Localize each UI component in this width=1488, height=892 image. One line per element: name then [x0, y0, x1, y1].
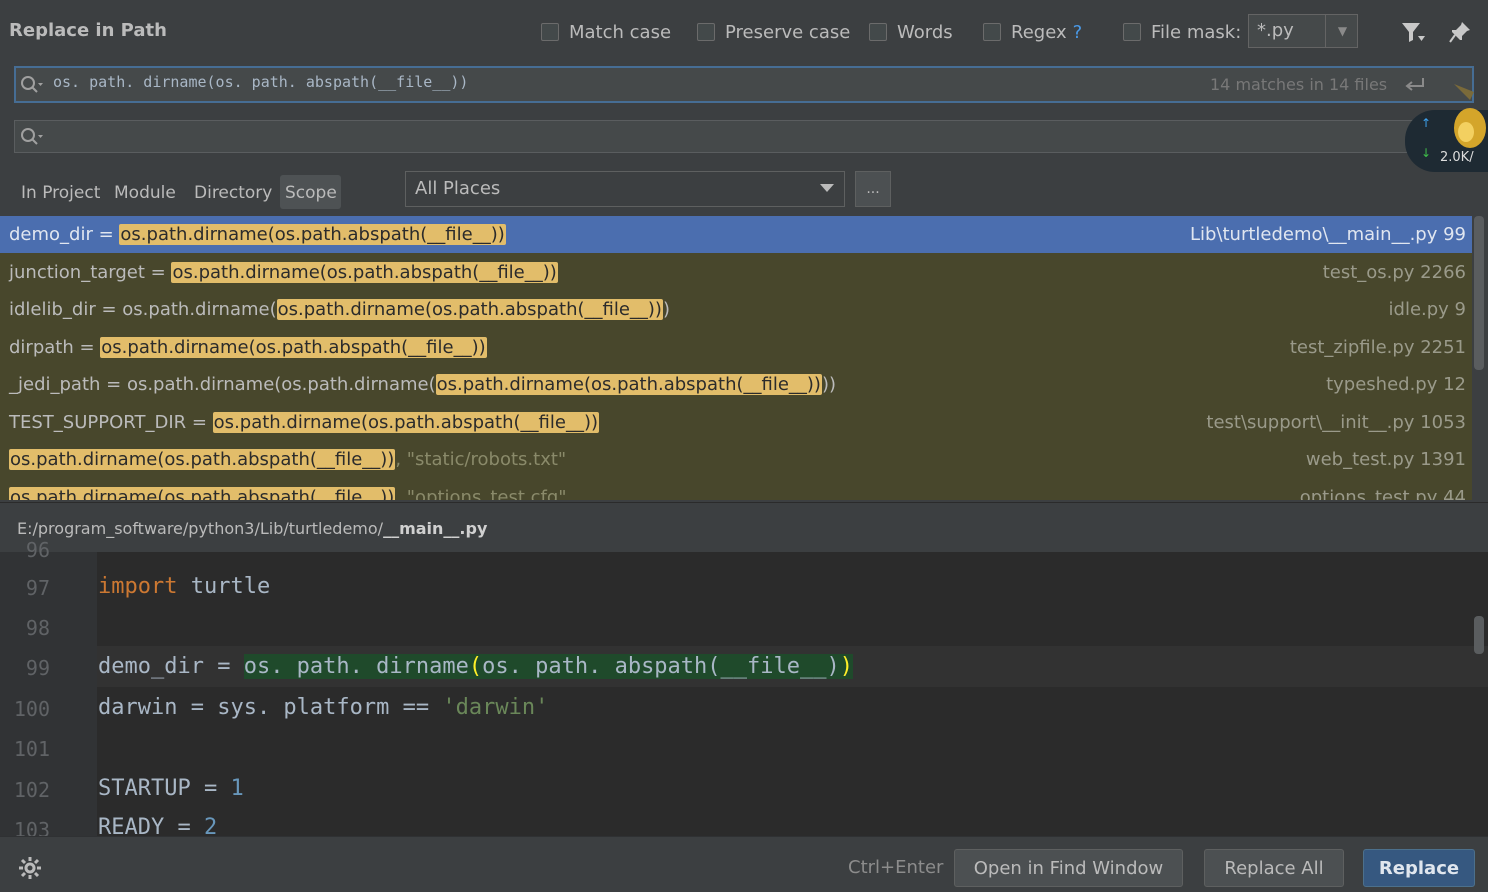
match-highlight: os.path.dirname(os.path.abspath(__file__… — [212, 411, 599, 433]
result-code: dirpath = os.path.dirname(os.path.abspat… — [9, 336, 487, 358]
result-code: os.path.dirname(os.path.abspath(__file__… — [9, 449, 567, 470]
result-file: idle.py 9 — [1388, 299, 1466, 320]
result-code: demo_dir = os.path.dirname(os.path.abspa… — [9, 224, 506, 245]
results-scrollbar[interactable] — [1474, 216, 1484, 370]
dialog-title: Replace in Path — [9, 20, 167, 41]
words-label: Words — [897, 21, 953, 43]
mascot-icon — [1440, 80, 1488, 170]
file-mask-label: File mask: — [1151, 21, 1242, 43]
path-file: __main__.py — [383, 519, 488, 538]
regex-checkbox[interactable] — [983, 23, 1001, 41]
line-number: 96 — [25, 538, 50, 562]
line-number: 98 — [25, 616, 50, 640]
file-mask-checkbox[interactable] — [1123, 23, 1141, 41]
result-file: Lib\turtledemo\__main__.py 99 — [1189, 224, 1466, 245]
regex-label: Regex — [1011, 21, 1067, 43]
result-row[interactable]: dirpath = os.path.dirname(os.path.abspat… — [0, 329, 1472, 366]
match-case-option[interactable]: Match case — [541, 20, 671, 44]
results-list[interactable]: demo_dir = os.path.dirname(os.path.abspa… — [0, 216, 1472, 500]
match-highlight: os.path.dirname(os.path.abspath(__file__… — [100, 336, 487, 358]
regex-option[interactable]: Regex ? — [983, 20, 1082, 44]
line-number: 99 — [25, 656, 50, 680]
tab-module[interactable]: Module — [114, 183, 176, 203]
result-row[interactable]: junction_target = os.path.dirname(os.pat… — [0, 254, 1472, 291]
result-code: _jedi_path = os.path.dirname(os.path.dir… — [9, 374, 836, 395]
result-file: test\support\__init__.py 1053 — [1206, 411, 1466, 433]
file-mask-option[interactable]: File mask: — [1123, 20, 1241, 44]
line-number: 100 — [13, 697, 50, 721]
result-file: test_os.py 2266 — [1322, 261, 1466, 283]
chevron-down-icon — [820, 184, 834, 192]
code-line-102: STARTUP = 1 — [98, 776, 244, 801]
enter-icon[interactable] — [1404, 76, 1426, 98]
code-line-97: import turtle — [98, 574, 271, 599]
path-prefix: E:/program_software/python3/Lib/turtlede… — [17, 519, 384, 538]
preserve-case-checkbox[interactable] — [697, 23, 715, 41]
filter-icon[interactable] — [1400, 20, 1426, 44]
result-row[interactable]: idlelib_dir = os.path.dirname(os.path.di… — [0, 291, 1472, 328]
preserve-case-option[interactable]: Preserve case — [697, 20, 850, 44]
tab-in-project[interactable]: In Project — [21, 183, 100, 203]
result-row[interactable]: _jedi_path = os.path.dirname(os.path.dir… — [0, 366, 1472, 403]
scope-more-button[interactable]: ... — [855, 171, 891, 207]
editor-scrollbar[interactable] — [1474, 616, 1484, 654]
result-file: test_zipfile.py 2251 — [1289, 336, 1466, 358]
match-count: 14 matches in 14 files — [1210, 75, 1388, 94]
open-in-find-window-button[interactable]: Open in Find Window — [954, 849, 1183, 887]
result-row[interactable]: TEST_SUPPORT_DIR = os.path.dirname(os.pa… — [0, 404, 1472, 441]
preserve-case-label: Preserve case — [725, 21, 851, 43]
match-highlight: os.path.dirname(os.path.abspath(__file__… — [9, 449, 396, 470]
regex-help-link[interactable]: ? — [1073, 22, 1083, 43]
result-code: TEST_SUPPORT_DIR = os.path.dirname(os.pa… — [9, 411, 599, 433]
search-icon[interactable] — [20, 75, 44, 95]
tab-scope[interactable]: Scope — [285, 183, 337, 203]
result-file: options_test.py 44 — [1299, 486, 1466, 501]
line-number: 97 — [25, 576, 50, 600]
file-mask-dropdown[interactable]: ▼ — [1325, 14, 1359, 48]
shortcut-hint: Ctrl+Enter — [848, 857, 944, 878]
replace-all-button[interactable]: Replace All — [1204, 849, 1344, 887]
words-checkbox[interactable] — [869, 23, 887, 41]
replace-input[interactable] — [14, 120, 1474, 153]
result-row[interactable]: os.path.dirname(os.path.abspath(__file__… — [0, 479, 1472, 501]
match-highlight: os.path.dirname(os.path.abspath(__file__… — [9, 486, 396, 500]
match-highlight: os.path.dirname(os.path.abspath(__file__… — [435, 374, 822, 395]
code-line-100: darwin = sys. platform == 'darwin' — [98, 695, 549, 720]
match-case-label: Match case — [569, 21, 672, 43]
scope-select[interactable]: All Places — [405, 171, 845, 207]
pin-icon[interactable] — [1448, 20, 1472, 44]
replace-search-icon[interactable] — [20, 127, 44, 147]
upload-arrow-icon: ↑ — [1421, 116, 1432, 130]
code-line-99: demo_dir = os. path. dirname(os. path. a… — [98, 654, 853, 679]
chevron-down-icon: ▼ — [1337, 24, 1348, 38]
search-query-text[interactable]: os. path. dirname(os. path. abspath(__fi… — [53, 73, 468, 91]
result-file: web_test.py 1391 — [1305, 449, 1466, 470]
result-row[interactable]: os.path.dirname(os.path.abspath(__file__… — [0, 441, 1472, 478]
words-option[interactable]: Words — [869, 20, 953, 44]
result-code: idlelib_dir = os.path.dirname(os.path.di… — [9, 299, 670, 320]
match-highlight: os.path.dirname(os.path.abspath(__file__… — [119, 224, 506, 245]
result-code: junction_target = os.path.dirname(os.pat… — [9, 261, 558, 283]
line-number: 102 — [13, 778, 50, 802]
result-code: os.path.dirname(os.path.abspath(__file__… — [9, 479, 567, 500]
gear-icon[interactable] — [18, 856, 42, 880]
preview-file-path: E:/program_software/python3/Lib/turtlede… — [17, 519, 487, 538]
result-row[interactable]: demo_dir = os.path.dirname(os.path.abspa… — [0, 216, 1472, 253]
match-highlight: os.path.dirname(os.path.abspath(__file__… — [276, 299, 663, 320]
match-case-checkbox[interactable] — [541, 23, 559, 41]
download-arrow-icon: ↓ — [1421, 146, 1432, 160]
replace-button[interactable]: Replace — [1363, 849, 1475, 887]
line-number: 101 — [13, 737, 50, 761]
result-file: typeshed.py 12 — [1326, 374, 1466, 395]
tab-directory[interactable]: Directory — [194, 183, 272, 203]
match-highlight: os.path.dirname(os.path.abspath(__file__… — [171, 261, 558, 283]
